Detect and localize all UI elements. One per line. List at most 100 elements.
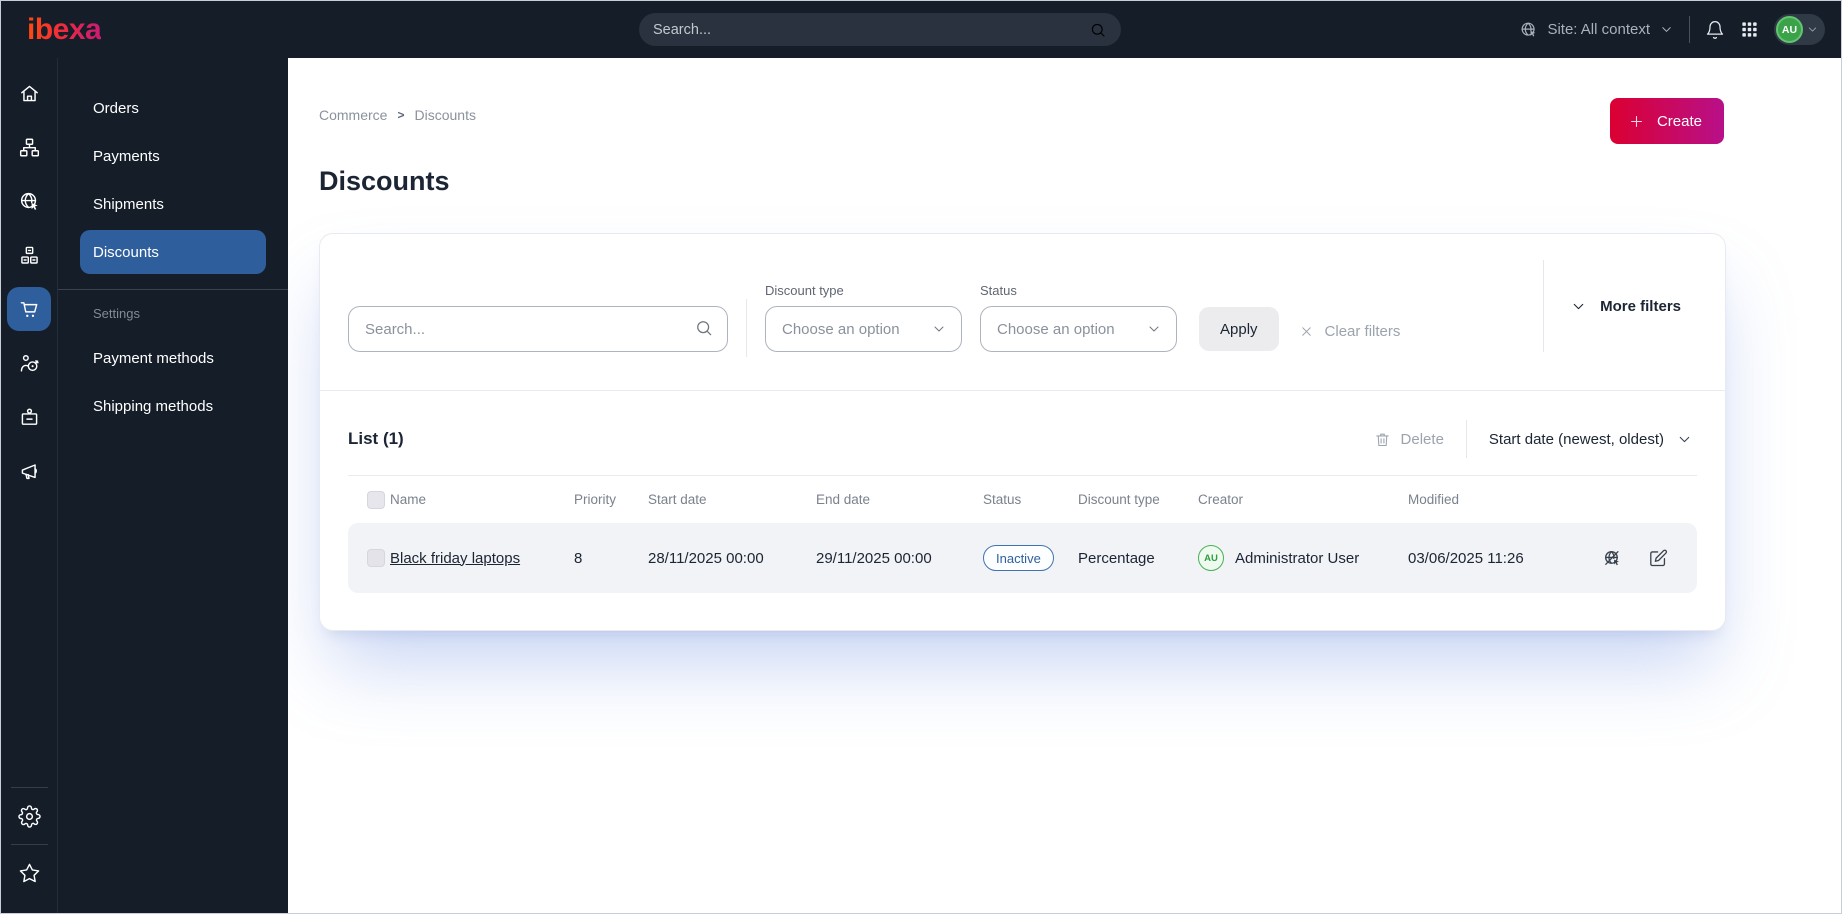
list-title: List (1) — [348, 429, 404, 448]
personalization-icon[interactable] — [7, 341, 51, 385]
edit-icon[interactable] — [1648, 548, 1669, 569]
discount-type-cell: Percentage — [1078, 549, 1155, 567]
row-checkbox[interactable] — [367, 549, 385, 567]
site-context-switcher[interactable]: Site: All context — [1519, 20, 1674, 39]
filter-search — [348, 306, 728, 352]
clear-filters-button[interactable]: Clear filters — [1299, 323, 1401, 340]
table-row: Black friday laptops 8 28/11/2025 00:00 … — [348, 523, 1697, 593]
column-header-priority: Priority — [574, 492, 617, 507]
menu-item-label: Discounts — [93, 243, 159, 261]
topbar-right: Site: All context AU — [1519, 1, 1825, 58]
menu-item-label: Payment methods — [93, 349, 214, 367]
menu-item-payments[interactable]: Payments — [80, 134, 266, 178]
column-header-name: Name — [390, 492, 427, 507]
close-icon — [1299, 324, 1314, 339]
apps-grid-icon[interactable] — [1740, 20, 1759, 39]
create-button[interactable]: Create — [1609, 98, 1724, 144]
filter-search-input[interactable] — [348, 306, 728, 352]
divider — [58, 289, 288, 290]
discount-type-select[interactable]: Choose an option — [765, 306, 962, 352]
chevron-down-icon — [1806, 23, 1819, 36]
discount-name-link[interactable]: Black friday laptops — [390, 550, 520, 567]
site-context-label: Site: All context — [1547, 21, 1650, 38]
priority-cell: 8 — [574, 549, 583, 567]
app-window: ibexa Site: All context — [0, 0, 1842, 914]
status-badge: Inactive — [983, 545, 1054, 571]
search-icon[interactable] — [694, 318, 714, 338]
site-globe-icon[interactable] — [7, 179, 51, 223]
topbar: ibexa Site: All context — [1, 1, 1841, 58]
content-tree-icon[interactable] — [7, 125, 51, 169]
avatar: AU — [1776, 16, 1803, 43]
creator-avatar: AU — [1198, 545, 1224, 571]
home-icon[interactable] — [7, 71, 51, 115]
settings-gear-icon[interactable] — [7, 794, 51, 838]
chevron-down-icon — [1570, 298, 1587, 315]
select-all-checkbox[interactable] — [367, 490, 385, 509]
app-body: Orders Payments Shipments Discounts Sett… — [1, 58, 1841, 913]
end-date-cell: 29/11/2025 00:00 — [816, 549, 932, 567]
create-button-label: Create — [1656, 112, 1702, 130]
search-icon[interactable] — [1089, 21, 1107, 39]
divider — [746, 299, 747, 357]
status-select[interactable]: Choose an option — [980, 306, 1177, 352]
topbar-divider — [1689, 16, 1690, 43]
column-header-end-date: End date — [816, 492, 871, 507]
trash-icon — [1374, 431, 1391, 448]
apply-button[interactable]: Apply — [1199, 307, 1279, 351]
divider — [10, 844, 48, 845]
divider — [1465, 420, 1467, 458]
clear-filters-label: Clear filters — [1324, 323, 1401, 340]
commerce-cart-icon[interactable] — [7, 287, 51, 331]
discount-type-label: Discount type — [765, 283, 844, 298]
divider — [10, 787, 48, 788]
column-header-status: Status — [983, 492, 1022, 507]
breadcrumb-discounts[interactable]: Discounts — [414, 107, 475, 123]
chevron-down-icon — [931, 321, 947, 337]
more-filters-button[interactable]: More filters — [1570, 298, 1681, 315]
filters-bar: Discount type Choose an option Status Ch… — [320, 234, 1725, 391]
preview-disabled-icon[interactable] — [1602, 548, 1623, 569]
notifications-bell-icon[interactable] — [1705, 20, 1725, 40]
page-title: Discounts — [319, 166, 450, 196]
more-filters-label: More filters — [1600, 297, 1681, 315]
bookmarks-star-icon[interactable] — [7, 851, 51, 895]
commerce-menu: Orders Payments Shipments Discounts Sett… — [58, 58, 288, 913]
column-header-discount-type: Discount type — [1078, 492, 1160, 507]
menu-section-settings: Settings — [93, 306, 140, 321]
menu-item-label: Shipping methods — [93, 397, 214, 415]
column-header-start-date: Start date — [648, 492, 707, 507]
modified-cell: 03/06/2025 11:26 — [1408, 549, 1524, 567]
chevron-down-icon — [1676, 431, 1693, 448]
menu-item-label: Shipments — [93, 195, 164, 213]
plus-icon — [1628, 113, 1645, 130]
menu-item-label: Orders — [93, 99, 139, 117]
global-search-input[interactable] — [653, 21, 1089, 38]
breadcrumb: Commerce > Discounts — [319, 98, 476, 123]
main-content: Commerce > Discounts Create Discounts Se… — [288, 58, 1841, 913]
menu-item-shipments[interactable]: Shipments — [80, 182, 266, 226]
products-icon[interactable] — [7, 233, 51, 277]
marketing-megaphone-icon[interactable] — [7, 449, 51, 493]
sort-select-value: Start date (newest, oldest) — [1488, 430, 1664, 448]
ibexa-logo[interactable]: ibexa — [27, 13, 102, 47]
column-header-creator: Creator — [1198, 492, 1244, 507]
status-value: Choose an option — [997, 320, 1115, 338]
menu-item-shipping-methods[interactable]: Shipping methods — [80, 384, 266, 428]
column-header-modified: Modified — [1408, 492, 1460, 507]
start-date-cell: 28/11/2025 00:00 — [648, 549, 764, 567]
delete-button[interactable]: Delete — [1374, 431, 1444, 448]
sort-select[interactable]: Start date (newest, oldest) — [1489, 431, 1697, 448]
discounts-card: Discount type Choose an option Status Ch… — [319, 233, 1726, 631]
breadcrumb-commerce[interactable]: Commerce — [319, 107, 387, 123]
status-label: Status — [980, 283, 1017, 298]
creator-name: Administrator User — [1235, 549, 1360, 567]
menu-item-payment-methods[interactable]: Payment methods — [80, 336, 266, 380]
list-section: List (1) Delete Start date (newest, olde… — [320, 391, 1725, 630]
nav-rail-bottom — [1, 781, 57, 895]
user-menu[interactable]: AU — [1774, 14, 1825, 45]
menu-item-discounts[interactable]: Discounts — [80, 230, 266, 274]
jobs-badge-icon[interactable] — [7, 395, 51, 439]
menu-item-orders[interactable]: Orders — [80, 86, 266, 130]
creator-cell: AU Administrator User — [1198, 545, 1408, 571]
